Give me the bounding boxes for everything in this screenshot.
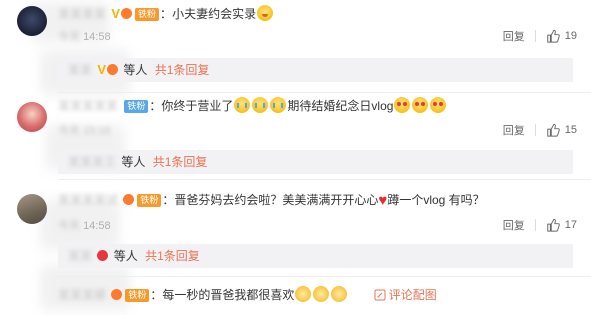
fan-heart-icon [97,250,109,261]
heart-eyes-emoji-icon [412,97,429,113]
comment-text: 小夫妻约会实录 [172,7,257,21]
avatar[interactable] [17,102,47,132]
reply-count-link[interactable]: 共1条回复 [155,63,210,77]
reply-count-link[interactable]: 共1条回复 [145,249,200,263]
reply-summary[interactable]: 某某 V 等人 共1条回复 [58,58,573,82]
thumbs-up-icon[interactable] [546,123,560,137]
like-count: 15 [564,124,577,136]
separator [534,30,536,42]
heart-eyes-emoji-icon [394,97,411,113]
reply-username[interactable]: 某某 [68,58,92,82]
thumbs-up-icon[interactable] [546,218,560,232]
reply-button[interactable]: 回复 [503,217,525,233]
separator [534,219,536,231]
reply-username[interactable]: 某某 [68,244,92,268]
star-emoji-icon [313,286,330,302]
fan-heart-icon [111,289,123,300]
reply-summary[interactable]: 某某某王 等人 共1条回复 [58,150,573,174]
like-count: 17 [564,219,577,231]
fan-heart-icon [121,8,133,19]
shy-emoji-icon [257,5,274,21]
fan-badge[interactable]: 铁粉 [125,289,150,302]
comment-text-continued: 期待结婚纪念日vlog [287,99,394,113]
comment-text: 你终于营业了 [161,99,234,113]
cry-emoji-icon [234,97,251,113]
separator [534,124,536,136]
red-heart-icon: ♥ [378,192,388,209]
fan-badge[interactable]: 铁粉 [137,194,162,207]
comment-image-link[interactable]: 评论配图 [374,288,437,302]
reply-username[interactable]: 某某某王 [68,150,116,174]
comment-actions: 回复 19 [503,28,577,44]
comment-actions: 回复 17 [503,217,577,233]
comment-text: 每一秒的晋爸我都很喜欢 [162,288,295,302]
cry-emoji-icon [270,97,287,113]
like-count: 19 [564,30,577,42]
reply-count-link[interactable]: 共1条回复 [153,155,208,169]
username[interactable]: 某某某娜 [58,285,106,305]
fan-heart-icon [107,64,119,75]
star-emoji-icon [331,286,348,302]
divider [58,179,591,180]
star-emoji-icon [295,286,312,302]
fan-badge[interactable]: 铁粉 [124,100,149,113]
comment-time: 今天 14:58 [58,31,111,43]
avatar[interactable] [17,6,47,36]
divider [58,276,591,277]
comment-time: 今天 14:58 [58,220,111,232]
username[interactable]: 某某某某 [58,4,106,24]
avatar[interactable] [17,194,47,224]
comment-actions: 回复 15 [503,122,577,138]
heart-eyes-emoji-icon [430,97,447,113]
comment-line: 某某某某试 铁粉 ：晋爸芬妈去约会啦？美美满满开开心心♥蹲一个vlog 有吗？ [58,190,485,210]
username[interactable]: 某某某某某 [58,96,118,116]
comment-line: 某某某某 V 铁粉 ：小夫妻约会实录 [58,4,274,24]
fan-heart-icon [123,194,135,205]
divider [58,92,591,93]
comment-text: 晋爸芬妈去约会啦？美美满满开开心心 [174,193,379,207]
fan-badge[interactable]: 铁粉 [135,8,160,21]
thumbs-up-icon[interactable] [546,29,560,43]
comment-line: 某某某某某 铁粉 ：你终于营业了 期待结婚纪念日vlog [58,96,447,116]
reply-summary[interactable]: 某某 等人 共1条回复 [58,244,573,268]
comment-line: 某某某娜 铁粉 ：每一秒的晋爸我都很喜欢 评论配图 [58,285,437,305]
pencil-icon [374,289,386,301]
username[interactable]: 某某某某试 [58,190,118,210]
reply-button[interactable]: 回复 [503,28,525,44]
vip-v-icon: V [111,6,121,21]
reply-button[interactable]: 回复 [503,122,525,138]
comment-time: 今天 15:16 [58,125,111,137]
vip-v-icon: V [97,62,107,77]
comment-text-continued: 蹲一个vlog 有吗？ [387,193,485,207]
cry-emoji-icon [252,97,269,113]
